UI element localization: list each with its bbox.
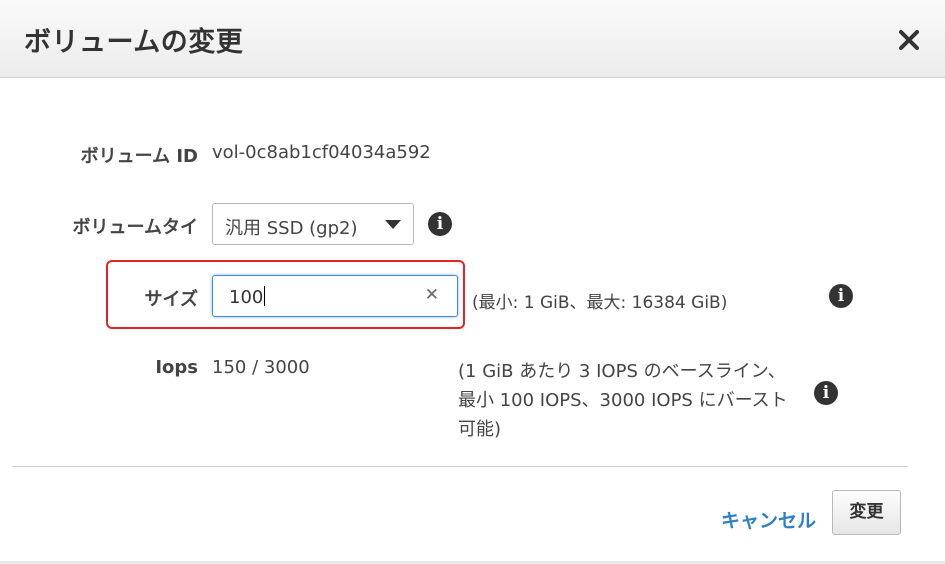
close-icon[interactable] (893, 24, 925, 56)
info-icon[interactable]: i (829, 284, 853, 308)
volume-type-selected: 汎用 SSD (gp2) (225, 218, 358, 239)
clear-icon[interactable]: ✕ (425, 285, 439, 305)
modify-volume-dialog: ボリュームの変更 ボリューム ID vol-0c8ab1cf04034a592 … (0, 0, 945, 564)
size-hint: (最小: 1 GiB、最大: 16384 GiB) (472, 293, 728, 313)
footer-divider (12, 466, 908, 467)
iops-label: Iops (155, 357, 198, 378)
size-label: サイズ (144, 289, 198, 310)
volume-id-value: vol-0c8ab1cf04034a592 (212, 142, 431, 163)
size-input-value: 100 (229, 286, 266, 308)
iops-note: (1 GiB あたり 3 IOPS のベースライン、最小 100 IOPS、30… (458, 361, 788, 440)
cancel-button[interactable]: キャンセル (721, 506, 816, 533)
dialog-header: ボリュームの変更 (0, 0, 945, 78)
caret-down-icon (385, 220, 401, 229)
info-icon[interactable]: i (428, 212, 452, 236)
info-icon[interactable]: i (814, 381, 838, 405)
volume-type-label: ボリュームタイ (72, 217, 198, 238)
change-button[interactable]: 変更 (832, 490, 901, 535)
size-input[interactable]: 100 ✕ (212, 275, 458, 317)
volume-type-select[interactable]: 汎用 SSD (gp2) (212, 203, 414, 245)
iops-value: 150 / 3000 (212, 357, 310, 378)
volume-id-label: ボリューム ID (80, 146, 198, 167)
dialog-title: ボリュームの変更 (24, 27, 244, 58)
